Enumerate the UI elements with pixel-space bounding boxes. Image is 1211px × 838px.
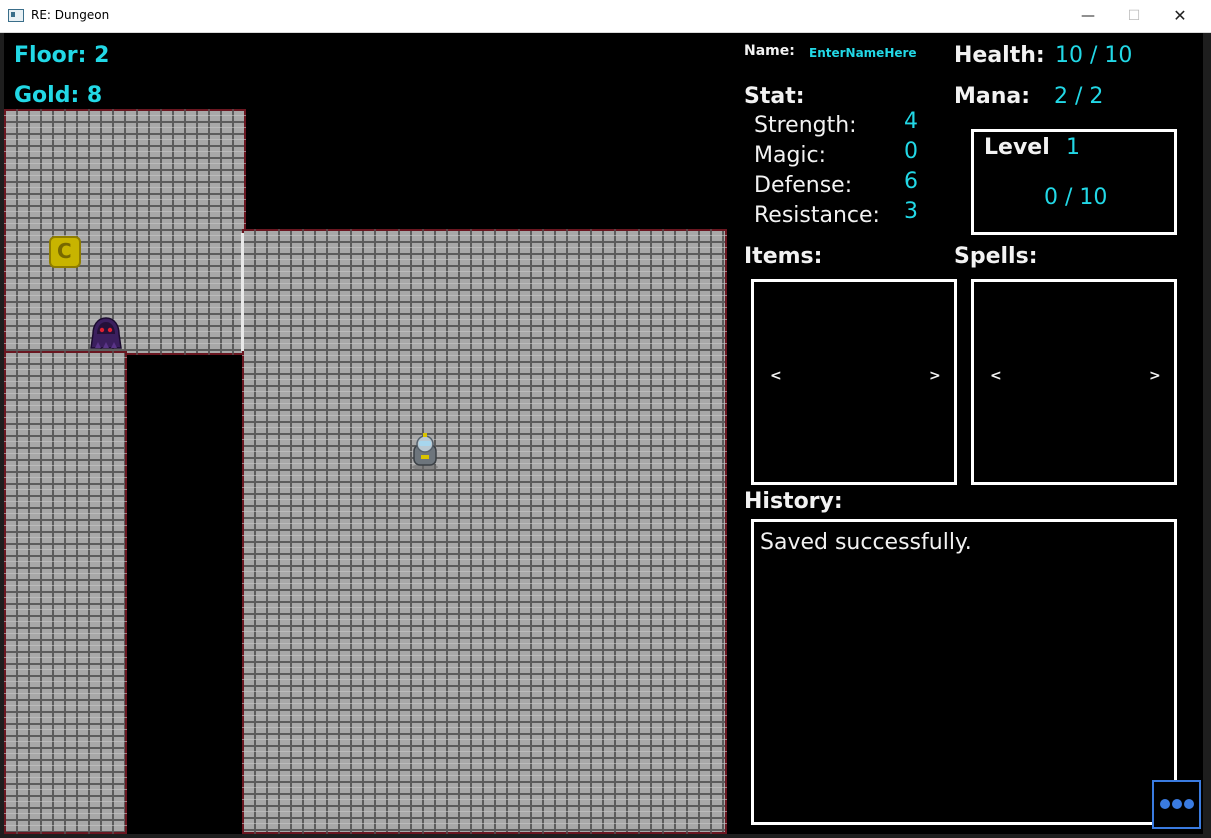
mana-value: 2 / 2 — [1054, 84, 1104, 109]
game-canvas[interactable]: Floor: 2 Gold: 8 C Name: EnterNameHere H… — [4, 33, 1203, 834]
stat-resistance-value: 3 — [904, 199, 918, 224]
history-line: Saved successfully. — [760, 530, 972, 555]
spells-label: Spells: — [954, 244, 1038, 269]
more-dots-icon — [1160, 799, 1194, 809]
items-next-button[interactable]: > — [929, 368, 941, 384]
floor-room-upper-left — [4, 109, 246, 355]
items-box: < > — [751, 279, 957, 485]
app-icon — [8, 9, 24, 22]
stat-strength-label: Strength: — [754, 113, 857, 138]
more-options-button[interactable] — [1152, 780, 1201, 829]
floor-room-main — [242, 229, 727, 834]
doorway — [241, 233, 244, 351]
maximize-button[interactable]: ☐ — [1111, 0, 1157, 32]
player-robot-icon — [412, 433, 438, 470]
gold-counter: Gold: 8 — [14, 83, 103, 108]
window-titlebar: RE: Dungeon — ☐ ✕ — [0, 0, 1211, 33]
level-box: Level 1 0 / 10 — [971, 129, 1177, 235]
level-value: 1 — [1066, 135, 1080, 160]
close-button[interactable]: ✕ — [1157, 0, 1203, 32]
ghost-enemy-icon — [90, 317, 122, 349]
history-box: Saved successfully. — [751, 519, 1177, 825]
spells-box: < > — [971, 279, 1177, 485]
stat-defense-value: 6 — [904, 169, 918, 194]
floor-counter: Floor: 2 — [14, 43, 110, 68]
stat-defense-label: Defense: — [754, 173, 853, 198]
mana-label: Mana: — [954, 84, 1031, 109]
stat-magic-value: 0 — [904, 139, 918, 164]
gold-coin-icon: C — [49, 236, 81, 268]
history-label: History: — [744, 489, 843, 514]
health-value: 10 / 10 — [1055, 43, 1133, 68]
items-prev-button[interactable]: < — [770, 368, 782, 384]
level-label: Level — [984, 135, 1050, 160]
floor-corridor-left — [4, 351, 127, 834]
name-value[interactable]: EnterNameHere — [809, 46, 917, 60]
stat-label: Stat: — [744, 84, 805, 109]
health-label: Health: — [954, 43, 1045, 68]
stat-magic-label: Magic: — [754, 143, 827, 168]
minimize-button[interactable]: — — [1065, 0, 1111, 32]
xp-value: 0 / 10 — [1044, 185, 1108, 210]
spells-next-button[interactable]: > — [1149, 368, 1161, 384]
name-label: Name: — [744, 43, 795, 59]
spells-prev-button[interactable]: < — [990, 368, 1002, 384]
items-label: Items: — [744, 244, 823, 269]
stat-strength-value: 4 — [904, 109, 918, 134]
stat-resistance-label: Resistance: — [754, 203, 880, 228]
window-title: RE: Dungeon — [31, 8, 110, 22]
